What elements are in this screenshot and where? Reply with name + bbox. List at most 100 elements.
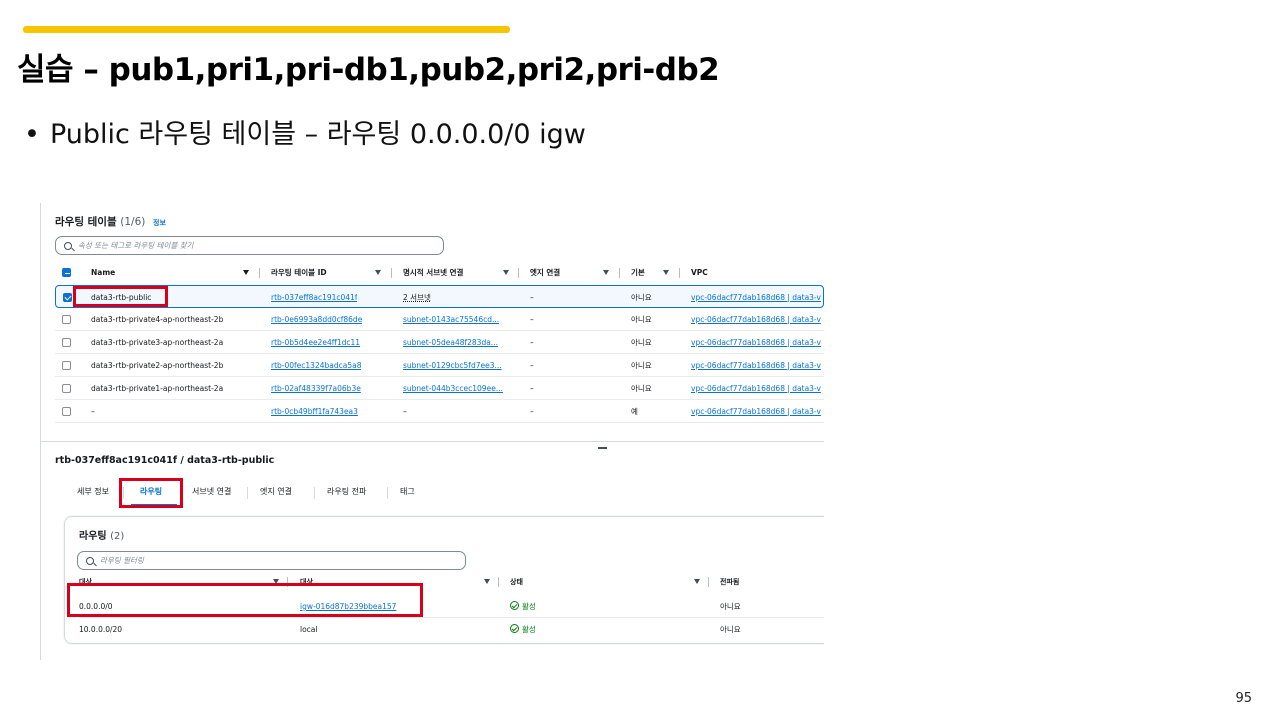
col-edge[interactable]: 엣지 연결: [530, 265, 560, 281]
row-checkbox[interactable]: [63, 293, 72, 302]
col-propagated[interactable]: 전파됨: [720, 575, 739, 589]
col-main[interactable]: 기본: [631, 265, 645, 281]
cell-edge: –: [530, 338, 534, 347]
sort-icon[interactable]: [694, 579, 700, 584]
detail-title: rtb-037eff8ac191c041f / data3-rtb-public: [55, 455, 275, 466]
cell-main: 아니요: [631, 293, 652, 302]
route-row: 10.0.0.0/20 local 활성 아니요: [79, 618, 824, 641]
check-circle-icon: [510, 624, 519, 633]
search-placeholder: 속성 또는 태그로 라우팅 테이블 찾기: [78, 241, 194, 250]
col-separator: [619, 268, 620, 278]
col-status[interactable]: 상태: [510, 575, 523, 589]
cell-subnet[interactable]: subnet-0129cbc5fd7ee3...: [403, 354, 502, 377]
slide-title: 실습 – pub1,pri1,pri-db1,pub2,pri2,pri-db2: [17, 52, 720, 88]
cell-vpc[interactable]: vpc-06dacf77dab168d68 | data3-v: [691, 286, 824, 309]
cell-vpc[interactable]: vpc-06dacf77dab168d68 | data3-v: [691, 377, 824, 400]
cell-route-table-id[interactable]: rtb-0e6993a8dd0cf86de: [271, 308, 362, 331]
cell-route-table-id[interactable]: rtb-00fec1324badca5a8: [271, 354, 361, 377]
routes-header: 라우팅 (2): [79, 527, 124, 542]
cell-route-table-id[interactable]: rtb-037eff8ac191c041f: [271, 286, 357, 309]
route-tables-header: 라우팅 테이블 (1/6) 정보: [55, 214, 166, 229]
sort-icon[interactable]: [603, 270, 609, 275]
cell-main: 아니요: [631, 338, 652, 347]
tab-details[interactable]: 세부 정보: [77, 484, 109, 500]
sort-icon[interactable]: [663, 270, 669, 275]
routes-count: (2): [110, 531, 125, 542]
tab-route-propagation[interactable]: 라우팅 전파: [327, 484, 366, 500]
cell-subnet[interactable]: subnet-0143ac75546cd...: [403, 308, 499, 331]
table-row[interactable]: data3-rtb-private4-ap-northeast-2b rtb-0…: [55, 308, 824, 331]
filter-placeholder: 라우팅 필터링: [100, 556, 144, 565]
row-checkbox[interactable]: [62, 338, 71, 347]
col-name[interactable]: Name: [91, 265, 115, 281]
cell-target: local: [300, 625, 318, 634]
sort-icon[interactable]: [503, 270, 509, 275]
table-row[interactable]: data3-rtb-private3-ap-northeast-2a rtb-0…: [55, 331, 824, 354]
cell-name: data3-rtb-private3-ap-northeast-2a: [91, 338, 224, 347]
cell-vpc[interactable]: vpc-06dacf77dab168d68 | data3-v: [691, 308, 824, 331]
panel-edge: [40, 203, 41, 660]
cell-subnet[interactable]: subnet-044b3ccec109ee...: [403, 377, 503, 400]
sort-icon[interactable]: [484, 579, 490, 584]
cell-subnet[interactable]: 2 서브넷: [403, 286, 431, 309]
col-separator: [708, 577, 709, 587]
cell-name: –: [91, 407, 95, 416]
cell-name: data3-rtb-private4-ap-northeast-2b: [91, 315, 224, 324]
row-checkbox[interactable]: [62, 407, 71, 416]
row-checkbox[interactable]: [62, 315, 71, 324]
table-row[interactable]: – rtb-0cb49bff1fa743ea3 – – 예 vpc-06dacf…: [55, 400, 824, 423]
col-explicit-subnet[interactable]: 명시적 서브넷 연결: [403, 265, 463, 281]
col-separator: [518, 268, 519, 278]
tab-separator: [247, 487, 248, 499]
split-panel-divider: [40, 441, 824, 442]
route-table-search-input[interactable]: 속성 또는 태그로 라우팅 테이블 찾기: [55, 236, 444, 255]
cell-route-table-id[interactable]: rtb-0b5d4ee2e4ff1dc11: [271, 331, 360, 354]
col-separator: [498, 577, 499, 587]
highlight-routes-tab: [119, 478, 183, 508]
col-route-table-id[interactable]: 라우팅 테이블 ID: [271, 265, 327, 281]
highlight-igw-route: [67, 583, 423, 617]
row-checkbox[interactable]: [62, 384, 71, 393]
bullet-text: Public 라우팅 테이블 – 라우팅 0.0.0.0/0 igw: [49, 119, 586, 150]
cell-edge: –: [530, 407, 534, 416]
page-number: 95: [1235, 691, 1252, 706]
col-separator: [391, 268, 392, 278]
cell-vpc[interactable]: vpc-06dacf77dab168d68 | data3-v: [691, 354, 824, 377]
status-text: 활성: [522, 625, 536, 634]
tab-tags[interactable]: 태그: [400, 484, 415, 500]
cell-status: 활성: [510, 618, 536, 641]
cell-edge: –: [530, 361, 534, 370]
cell-route-table-id[interactable]: rtb-02af48339f7a06b3e: [271, 377, 361, 400]
sort-desc-icon[interactable]: [243, 270, 249, 275]
cell-main: 아니요: [631, 384, 652, 393]
highlight-public-rtb: [73, 286, 168, 307]
col-separator: [259, 268, 260, 278]
cell-vpc[interactable]: vpc-06dacf77dab168d68 | data3-v: [691, 331, 824, 354]
cell-route-table-id[interactable]: rtb-0cb49bff1fa743ea3: [271, 400, 358, 423]
tab-subnet-associations[interactable]: 서브넷 연결: [192, 484, 231, 500]
sort-icon[interactable]: [375, 270, 381, 275]
route-tables-count: (1/6): [120, 216, 146, 228]
info-link[interactable]: 정보: [153, 219, 166, 227]
table-row[interactable]: data3-rtb-private1-ap-northeast-2a rtb-0…: [55, 377, 824, 400]
route-filter-input[interactable]: 라우팅 필터링: [77, 551, 466, 570]
cell-subnet[interactable]: subnet-05dea48f283da...: [403, 331, 498, 354]
cell-subnet: –: [403, 407, 407, 416]
tab-separator: [314, 487, 315, 499]
cell-propagated: 아니요: [720, 625, 741, 634]
routes-panel: 라우팅 (2) 라우팅 필터링 대상 대상 상태 전파됨 0.0.0.0/0 i…: [64, 516, 824, 644]
slide-bullet: • Public 라우팅 테이블 – 라우팅 0.0.0.0/0 igw: [24, 112, 586, 151]
search-icon: [86, 557, 94, 565]
cell-name: data3-rtb-private1-ap-northeast-2a: [91, 384, 224, 393]
routes-title: 라우팅: [79, 531, 107, 542]
resize-handle-icon[interactable]: [598, 447, 607, 449]
route-tables-title: 라우팅 테이블: [55, 216, 117, 228]
table-row[interactable]: data3-rtb-private2-ap-northeast-2b rtb-0…: [55, 354, 824, 377]
row-checkbox[interactable]: [62, 361, 71, 370]
col-vpc[interactable]: VPC: [691, 265, 708, 281]
select-all-checkbox[interactable]: [62, 268, 71, 277]
cell-vpc[interactable]: vpc-06dacf77dab168d68 | data3-v: [691, 400, 824, 423]
cell-main: 아니요: [631, 315, 652, 324]
tab-edge-associations[interactable]: 엣지 연결: [260, 484, 292, 500]
table-row[interactable]: data3-rtb-public rtb-037eff8ac191c041f 2…: [55, 285, 824, 308]
